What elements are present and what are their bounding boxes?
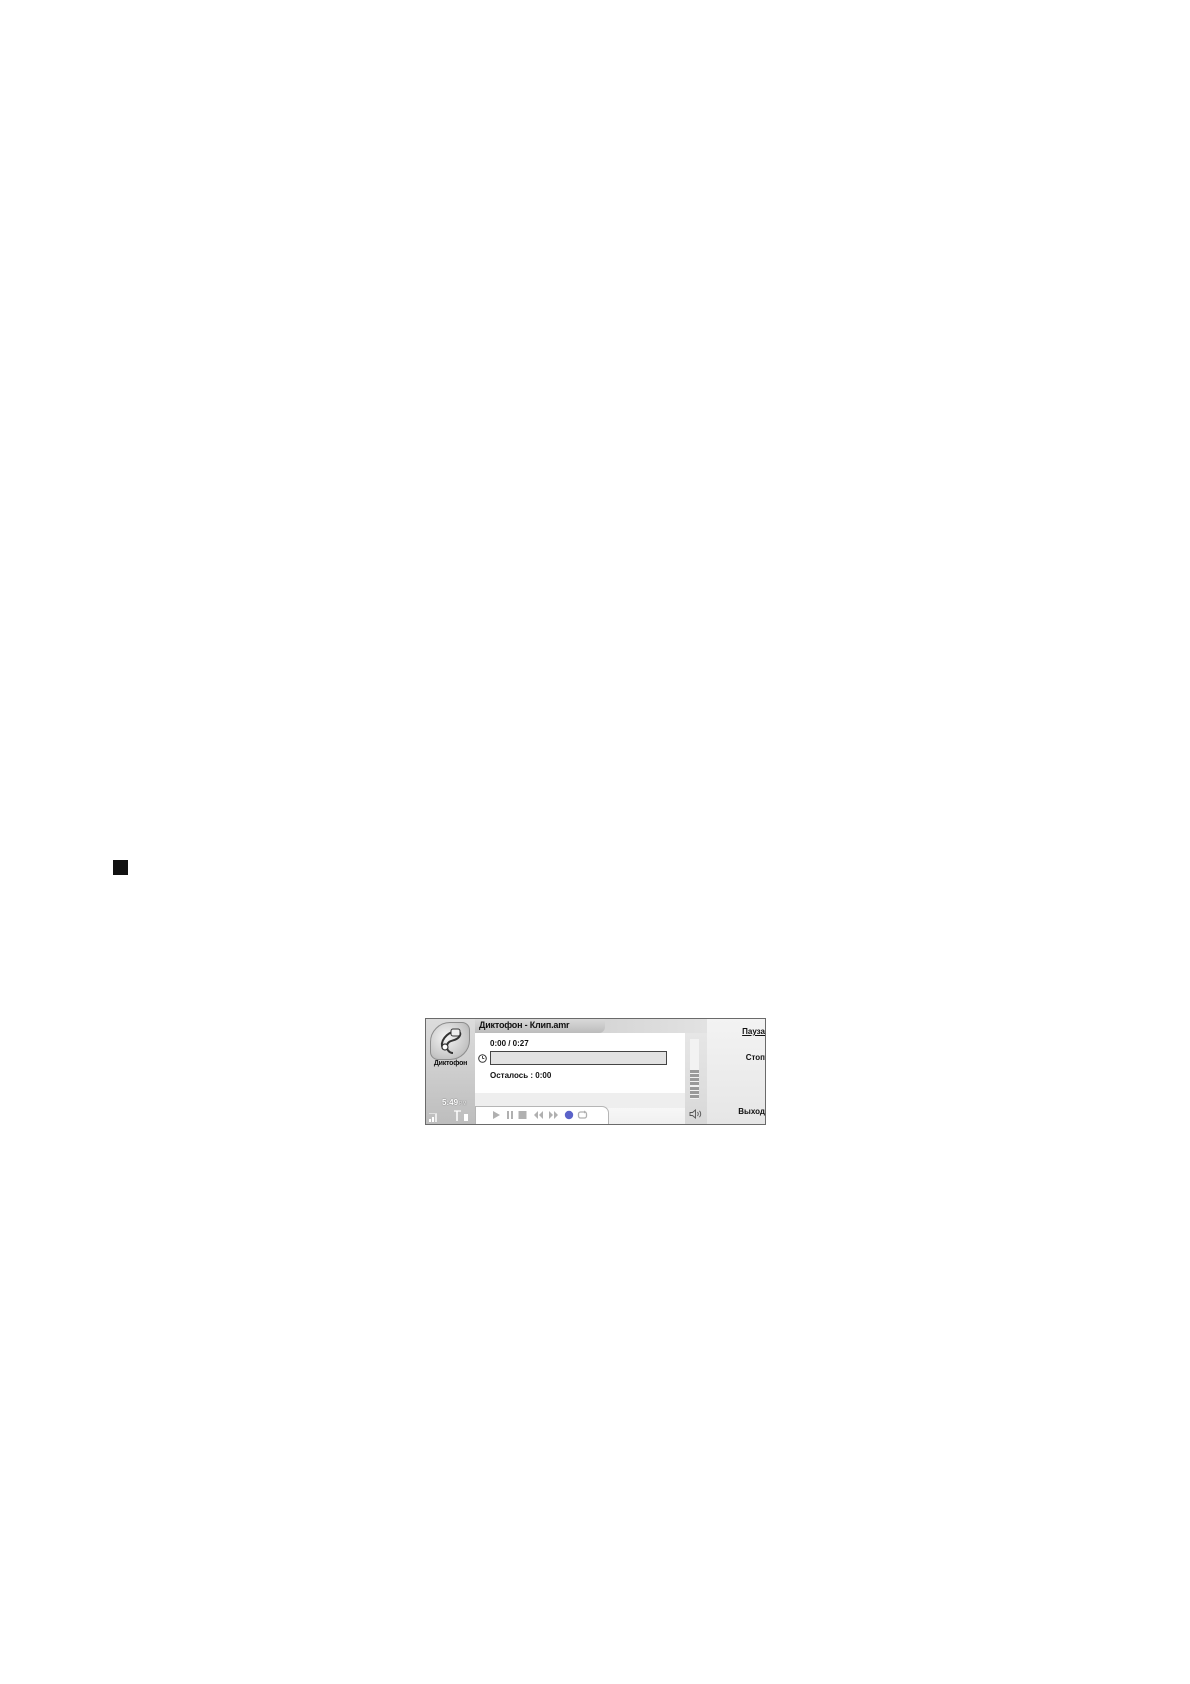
clock-icon xyxy=(478,1054,487,1063)
play-icon[interactable] xyxy=(492,1110,501,1120)
device-screenshot: Диктофон 5:49PM Диктофон - Клип.amr 0:00… xyxy=(425,1018,766,1125)
softkey-column: Пауза Стоп Выход xyxy=(707,1019,765,1124)
volume-segment xyxy=(690,1086,699,1090)
section-bullet-square xyxy=(113,860,128,875)
stop-icon[interactable] xyxy=(518,1110,527,1120)
app-name-label: Диктофон xyxy=(433,1060,468,1067)
repeat-icon[interactable] xyxy=(577,1110,588,1120)
pause-icon[interactable] xyxy=(506,1110,514,1120)
exit-softkey[interactable]: Выход xyxy=(738,1107,765,1116)
clock-suffix: PM xyxy=(459,1101,467,1107)
volume-segment xyxy=(690,1090,699,1094)
app-panel: Диктофон 5:49PM xyxy=(426,1019,475,1124)
volume-segment xyxy=(690,1073,699,1077)
voice-recorder-logo-icon xyxy=(430,1022,470,1060)
battery-icon xyxy=(454,1110,468,1121)
rewind-icon[interactable] xyxy=(533,1110,544,1120)
record-icon[interactable] xyxy=(564,1110,574,1120)
pause-softkey[interactable]: Пауза xyxy=(742,1027,765,1036)
playback-controls xyxy=(475,1106,609,1124)
volume-segment xyxy=(690,1082,699,1086)
speaker-icon[interactable] xyxy=(689,1109,703,1119)
time-display: 0:00 / 0:27 xyxy=(490,1039,529,1048)
player-content: 0:00 / 0:27 Осталось : 0:00 xyxy=(475,1033,685,1124)
title-tab: Диктофон - Клип.amr xyxy=(475,1019,605,1033)
volume-segment xyxy=(690,1078,699,1082)
window-title: Диктофон - Клип.amr xyxy=(479,1020,570,1030)
remaining-time-label: Осталось : 0:00 xyxy=(490,1071,552,1080)
playback-progress-bar[interactable] xyxy=(490,1051,667,1065)
clock-time: 5:49 xyxy=(442,1098,459,1107)
stop-softkey[interactable]: Стоп xyxy=(746,1053,765,1062)
status-clock: 5:49PM xyxy=(442,1098,467,1107)
volume-meter[interactable] xyxy=(685,1033,707,1124)
volume-segment xyxy=(690,1069,699,1073)
signal-strength-icon xyxy=(429,1113,437,1122)
volume-segment xyxy=(690,1095,699,1099)
fast-forward-icon[interactable] xyxy=(548,1110,559,1120)
